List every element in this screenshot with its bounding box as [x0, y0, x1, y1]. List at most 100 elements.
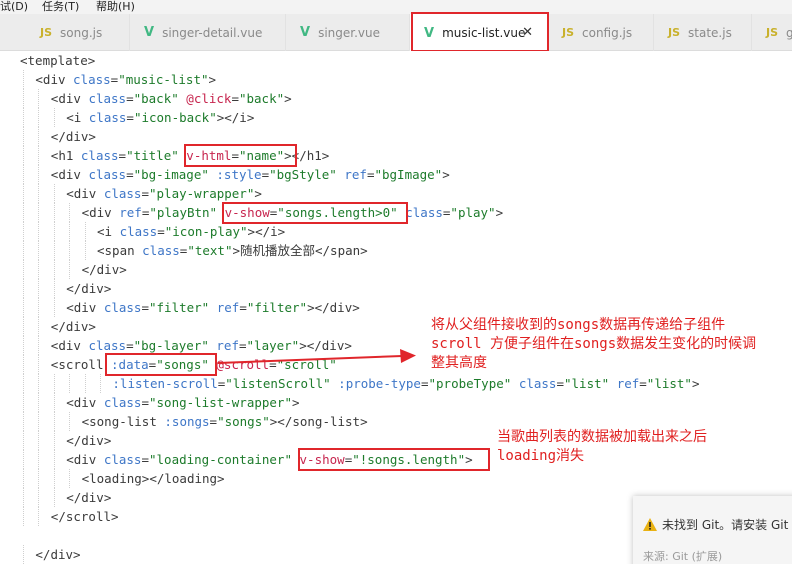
code-token: class — [88, 110, 127, 125]
code-token: class — [88, 338, 127, 353]
menu-debug[interactable]: 试(D) — [0, 0, 28, 14]
code-token: = — [157, 224, 165, 239]
indent-guide — [69, 469, 71, 488]
code-token: > — [254, 186, 262, 201]
git-notification[interactable]: 未找到 Git。请安装 Git 来源: Git (扩展) — [633, 496, 792, 564]
code-token: </scroll> — [50, 509, 119, 524]
code-line: </div> — [82, 260, 127, 279]
code-line: <i class="icon-play"></i> — [97, 222, 285, 241]
indent-guide — [23, 298, 24, 317]
code-token: <div — [50, 167, 89, 182]
indent-guide — [38, 317, 40, 336]
tab-label: song.js — [60, 25, 103, 40]
indent-guide — [53, 374, 55, 393]
code-editor[interactable]: <template> <div class="music-list"> <div c… — [0, 51, 792, 564]
indent-guide — [23, 222, 24, 241]
indent-guide — [38, 469, 40, 488]
indent-guide — [23, 336, 24, 355]
indent-guide — [53, 241, 55, 260]
code-token: class — [518, 376, 557, 391]
menu-help[interactable]: 帮助(H) — [96, 0, 135, 14]
indent-guide — [23, 393, 24, 412]
tab-overflow[interactable]: JS g — [752, 14, 792, 51]
indent-guide — [23, 241, 24, 260]
indent-guide — [84, 374, 86, 393]
code-token: = — [420, 376, 429, 391]
indent-guide — [38, 412, 40, 431]
indent-guide — [38, 355, 40, 374]
annotation-line: scroll 方便子组件在songs数据发生变化的时候调 — [431, 336, 757, 352]
indent-guide — [38, 127, 40, 146]
indent-guide — [38, 431, 40, 450]
code-token: <div — [50, 91, 89, 106]
indent-guide — [23, 70, 24, 89]
code-token: <div — [66, 300, 104, 315]
code-line: <div class="bg-image" :style="bgStyle" r… — [51, 165, 450, 184]
code-token: ref — [616, 376, 640, 391]
code-token: > — [495, 205, 504, 220]
indent-guide — [53, 279, 55, 298]
code-token: class — [103, 395, 142, 410]
tab-label: singer.vue — [318, 25, 380, 40]
indent-guide — [23, 488, 24, 507]
warning-icon — [643, 518, 657, 531]
code-line: </div> — [35, 545, 80, 564]
code-token: ></div> — [307, 300, 360, 315]
code-token: class — [88, 167, 127, 182]
code-token: = — [141, 300, 149, 315]
code-token: = — [126, 91, 134, 106]
indent-guide — [69, 374, 71, 393]
code-token: </div> — [66, 433, 112, 448]
code-token: :probe-type — [338, 376, 421, 391]
code-token: "probeType" — [428, 376, 512, 391]
code-token: = — [126, 167, 134, 182]
code-token: class — [142, 243, 180, 258]
js-file-icon: JS — [562, 26, 575, 39]
annotation-line: 当歌曲列表的数据被加载出来之后 — [497, 429, 707, 445]
indent-guide — [38, 393, 40, 412]
code-line: <loading></loading> — [82, 469, 225, 488]
notification-source: 来源: Git (扩展) — [643, 550, 723, 563]
indent-guide — [38, 222, 40, 241]
active-tab-highlight — [411, 12, 549, 52]
code-line: <song-list :songs="songs"></song-list> — [82, 412, 368, 431]
code-token: <i — [97, 224, 120, 239]
indent-guide — [53, 431, 55, 450]
code-line: </div> — [66, 431, 111, 450]
code-token: "title" — [126, 148, 179, 163]
indent-guide — [53, 184, 55, 203]
tab-singer-detail-vue[interactable]: V singer-detail.vue — [130, 14, 286, 51]
code-token: </div> — [50, 129, 96, 144]
tab-config-js[interactable]: JS config.js — [548, 14, 654, 51]
indent-guide — [38, 260, 40, 279]
code-token: "bgImage" — [374, 167, 443, 182]
indent-guide — [38, 165, 40, 184]
code-token: "filter" — [149, 300, 210, 315]
code-token: <template> — [20, 53, 96, 68]
indent-guide — [23, 412, 24, 431]
code-token: "play" — [450, 205, 496, 220]
menu-tasks[interactable]: 任务(T) — [42, 0, 79, 14]
code-token: = — [239, 300, 247, 315]
code-line: <div class="back" @click="back"> — [51, 89, 292, 108]
indent-guide — [23, 279, 24, 298]
indent-guide — [23, 374, 24, 393]
code-token: <div — [66, 186, 104, 201]
code-token: ref — [119, 205, 142, 220]
code-token: </div> — [81, 262, 127, 277]
tab-song-js[interactable]: JS song.js — [26, 14, 130, 51]
code-token: ></i> — [216, 110, 255, 125]
tab-state-js[interactable]: JS state.js — [654, 14, 752, 51]
js-file-icon: JS — [668, 26, 681, 39]
indent-guide — [38, 184, 40, 203]
indent-guide — [69, 412, 71, 431]
code-token: "song-list-wrapper" — [149, 395, 292, 410]
indent-guide — [23, 165, 24, 184]
code-line: <div class="play-wrapper"> — [66, 184, 262, 203]
code-token: ref — [344, 167, 367, 182]
indent-guide — [38, 298, 40, 317]
tab-singer-vue[interactable]: V singer.vue — [286, 14, 410, 51]
code-line: </div> — [51, 317, 96, 336]
indent-guide — [53, 469, 55, 488]
indent-guide — [23, 203, 24, 222]
